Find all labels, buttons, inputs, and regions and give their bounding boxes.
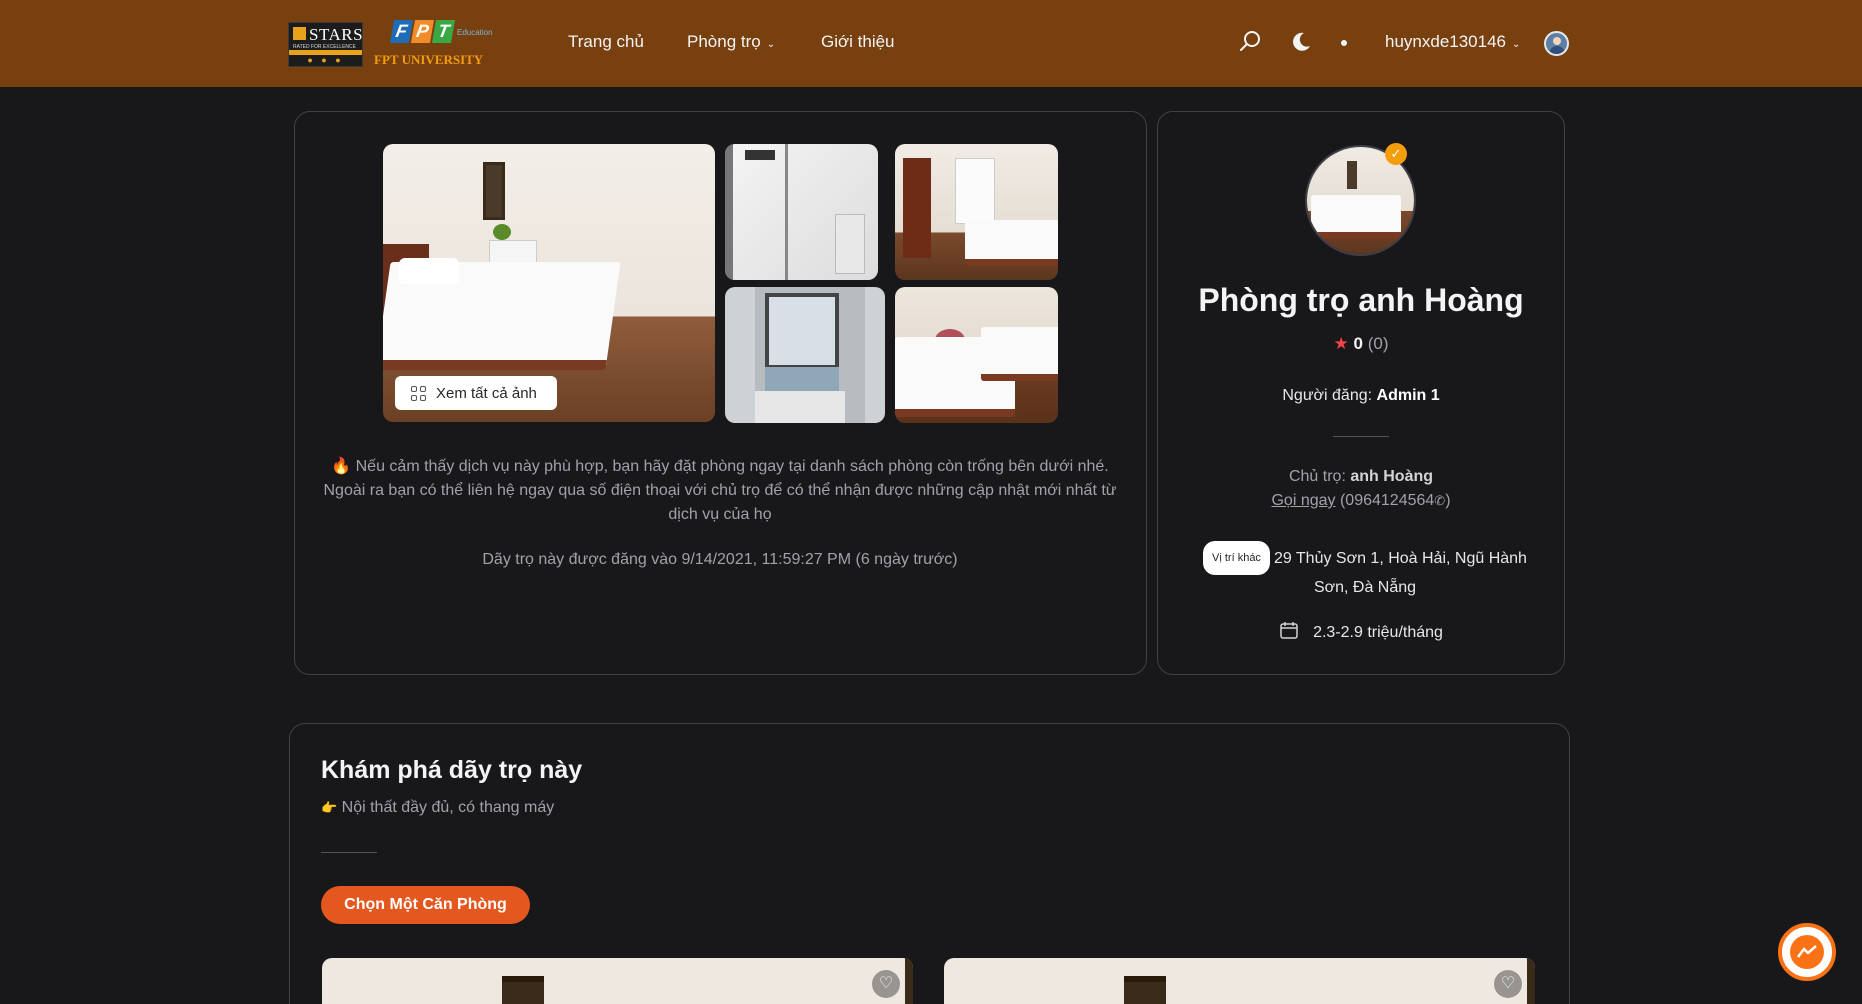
price-text: 2.3-2.9 triệu/tháng	[1313, 624, 1443, 641]
verified-check-icon: ✓	[1385, 143, 1407, 165]
fpt-logo-f: F	[389, 20, 414, 43]
address-text: 29 Thủy Sơn 1, Hoà Hải, Ngũ Hành Sơn, Đà…	[1273, 550, 1527, 596]
stars-logo-text: STARS	[309, 25, 364, 44]
owner-info: Chủ trọ: anh Hoàng	[1157, 468, 1565, 486]
star-icon: ★	[1333, 334, 1349, 353]
chevron-down-icon: ⌄	[766, 39, 776, 50]
see-all-photos-button[interactable]: Xem tất cả ảnh	[395, 376, 557, 410]
room-card[interactable]: ♡	[322, 958, 913, 1004]
address-block: Vị trí khác 29 Thủy Sơn 1, Hoà Hải, Ngũ H…	[1190, 541, 1540, 601]
user-avatar[interactable]	[1544, 31, 1569, 56]
call-now-link[interactable]: Gọi ngay	[1271, 492, 1335, 509]
fpt-logo-university: FPT UNIVERSITY	[374, 52, 484, 67]
host-rating: ★ 0 (0)	[1157, 334, 1565, 354]
contact-info: Gọi ngay (0964124564✆)	[1157, 492, 1565, 510]
stars-logo[interactable]: STARS RATED FOR EXCELLENCE ● ● ●	[288, 22, 363, 67]
explore-subtitle: 👉 Nội thất đầy đủ, có thang máy	[321, 799, 554, 817]
phone-icon: ✆	[1434, 493, 1446, 508]
notification-dot-icon[interactable]	[1341, 40, 1347, 46]
heart-icon[interactable]: ♡	[872, 970, 900, 998]
room-description: 🔥 Nếu cảm thấy dịch vụ này phù hợp, bạn …	[323, 458, 1117, 523]
nav-rooms-label: Phòng trọ	[687, 32, 761, 51]
fpt-logo-education: Education	[457, 28, 493, 37]
host-name: Phòng trọ anh Hoàng	[1198, 282, 1524, 318]
rating-count: (0)	[1367, 334, 1389, 353]
poster-info: Người đăng: Admin 1	[1157, 387, 1565, 405]
chevron-down-icon: ⌄	[1512, 39, 1521, 50]
top-navbar: STARS RATED FOR EXCELLENCE ● ● ● F P T E…	[0, 0, 1862, 87]
see-all-photos-label: Xem tất cả ảnh	[436, 384, 537, 402]
fpt-university-logo[interactable]: F P T Education FPT UNIVERSITY	[372, 20, 497, 68]
nav-rooms[interactable]: Phòng trọ ⌄	[687, 32, 775, 52]
poster-name: Admin 1	[1376, 387, 1440, 404]
nav-about[interactable]: Giới thiệu	[821, 32, 895, 52]
fpt-logo-p: P	[410, 20, 435, 43]
phone-number[interactable]: (0964124564	[1340, 492, 1434, 509]
gallery-photo-bathroom[interactable]	[725, 144, 878, 280]
heart-icon[interactable]: ♡	[1494, 970, 1522, 998]
fpt-logo-t: T	[431, 20, 456, 43]
grid-icon	[411, 385, 426, 401]
gallery-photo-window[interactable]	[725, 287, 885, 423]
calendar-icon	[1279, 620, 1299, 645]
stars-logo-stars: ● ● ●	[307, 55, 344, 65]
choose-room-button[interactable]: Chọn Một Căn Phòng	[321, 886, 530, 924]
gallery-photo-beds[interactable]	[895, 287, 1058, 423]
owner-label: Chủ trọ:	[1288, 468, 1346, 485]
pointing-hand-icon: 👉	[321, 800, 338, 815]
moon-icon[interactable]	[1289, 30, 1313, 59]
stars-logo-square	[293, 27, 306, 40]
explore-subtitle-text: Nội thất đầy đủ, có thang máy	[341, 799, 555, 816]
gallery-photo-room-wardrobe[interactable]	[895, 144, 1058, 280]
nav-home[interactable]: Trang chủ	[568, 32, 644, 52]
explore-divider	[321, 852, 377, 853]
owner-name: anh Hoàng	[1350, 468, 1434, 485]
messenger-icon	[1790, 935, 1824, 969]
user-menu[interactable]: huynxde130146 ⌄	[1385, 32, 1520, 52]
posted-date: Dãy trọ này được đăng vào 9/14/2021, 11:…	[482, 551, 958, 568]
search-icon[interactable]	[1238, 29, 1262, 58]
messenger-chat-button[interactable]	[1778, 923, 1836, 981]
price-info: 2.3-2.9 triệu/tháng	[1157, 620, 1565, 645]
other-location-button[interactable]: Vị trí khác	[1203, 541, 1270, 575]
explore-title: Khám phá dãy trọ này	[321, 756, 583, 784]
host-divider	[1333, 436, 1389, 437]
username-label: huynxde130146	[1385, 32, 1507, 51]
room-card[interactable]: ♡	[944, 958, 1535, 1004]
phone-close: )	[1445, 492, 1451, 509]
poster-label: Người đăng:	[1282, 387, 1373, 404]
rating-value: 0	[1353, 334, 1363, 353]
